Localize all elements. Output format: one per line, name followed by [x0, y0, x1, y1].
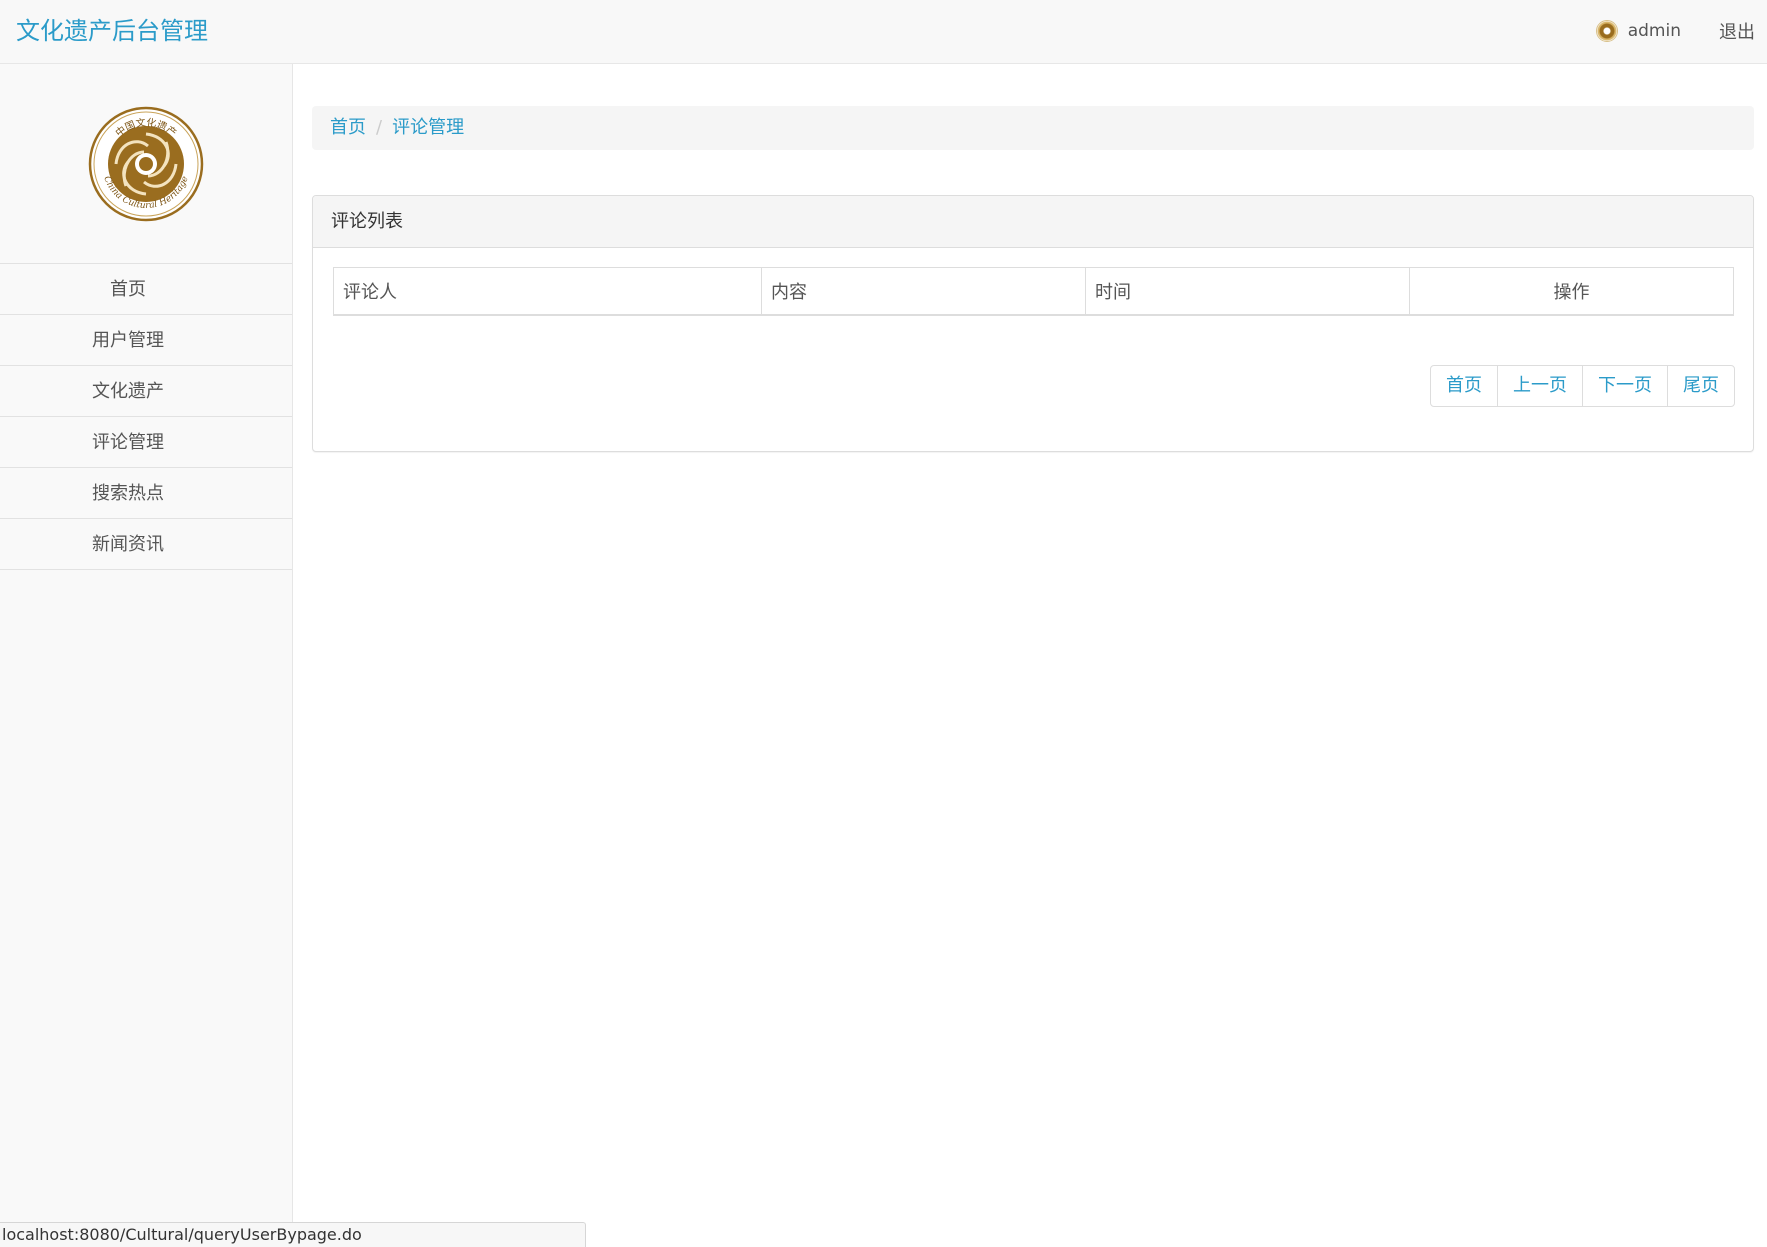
logo-area: 中国文化遗产 China Cultural Heritage	[0, 64, 292, 263]
user-area: admin 退出	[1595, 14, 1755, 48]
brand-title[interactable]: 文化遗产后台管理	[16, 14, 208, 48]
sidebar-item-home[interactable]: 首页	[0, 264, 292, 315]
sidebar-item-cultural-heritage[interactable]: 文化遗产	[0, 366, 292, 417]
breadcrumb-home[interactable]: 首页	[330, 117, 366, 138]
top-navbar: 文化遗产后台管理 admin 退出	[0, 0, 1767, 64]
sidebar-item-comment-management[interactable]: 评论管理	[0, 417, 292, 468]
comment-list-panel: 评论列表 评论人 内容 时间 操作 首页 上一页 下一页 尾页	[312, 195, 1754, 452]
pagination-first[interactable]: 首页	[1430, 365, 1498, 407]
comment-table: 评论人 内容 时间 操作	[333, 267, 1734, 316]
sidebar-item-news[interactable]: 新闻资讯	[0, 519, 292, 570]
column-header-time: 时间	[1085, 267, 1410, 316]
pagination-last[interactable]: 尾页	[1667, 365, 1735, 407]
pagination: 首页 上一页 下一页 尾页	[1430, 365, 1735, 407]
sidebar-item-search-hotspots[interactable]: 搜索热点	[0, 468, 292, 519]
sidebar-menu: 首页 用户管理 文化遗产 评论管理 搜索热点 新闻资讯	[0, 263, 292, 570]
column-header-actions: 操作	[1409, 267, 1734, 316]
user-name[interactable]: admin	[1628, 21, 1681, 41]
sidebar: 中国文化遗产 China Cultural Heritage 首页 用户管理 文…	[0, 64, 293, 1247]
column-header-content: 内容	[761, 267, 1086, 316]
panel-title: 评论列表	[313, 196, 1753, 248]
user-avatar-icon	[1595, 20, 1618, 42]
sidebar-item-user-management[interactable]: 用户管理	[0, 315, 292, 366]
column-header-commenter: 评论人	[333, 267, 762, 316]
pagination-prev[interactable]: 上一页	[1497, 365, 1583, 407]
browser-status-url: localhost:8080/Cultural/queryUserBypage.…	[0, 1222, 586, 1247]
logout-link[interactable]: 退出	[1719, 18, 1755, 44]
pagination-next[interactable]: 下一页	[1582, 365, 1668, 407]
breadcrumb-current[interactable]: 评论管理	[392, 117, 464, 138]
breadcrumb: 首页 / 评论管理	[312, 106, 1754, 150]
breadcrumb-separator: /	[376, 117, 383, 138]
table-header-row: 评论人 内容 时间 操作	[333, 267, 1734, 316]
cultural-heritage-logo: 中国文化遗产 China Cultural Heritage	[88, 106, 204, 221]
